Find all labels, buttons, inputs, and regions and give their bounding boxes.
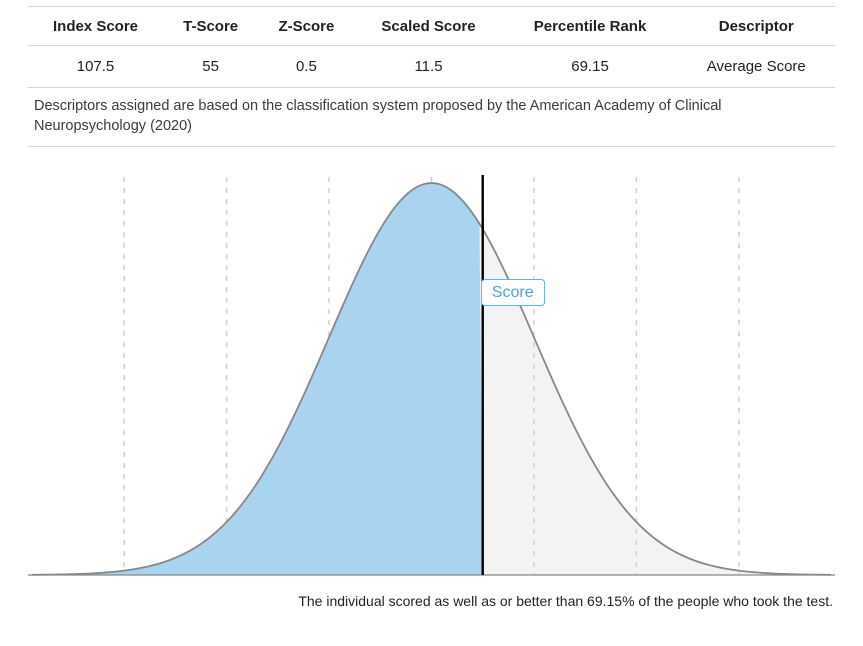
table-row: 107.5 55 0.5 11.5 69.15 Average Score [28,46,835,88]
cell-descriptor: Average Score [678,46,835,88]
table-header-row: Index Score T-Score Z-Score Scaled Score… [28,7,835,46]
cell-index-score: 107.5 [28,46,163,88]
interpretation-text: The individual scored as well as or bett… [28,593,835,609]
table-footnote: Descriptors assigned are based on the cl… [28,88,835,147]
cell-z-score: 0.5 [258,46,354,88]
th-percentile-rank: Percentile Rank [503,7,678,46]
th-scaled-score: Scaled Score [355,7,503,46]
score-marker-label: Score [481,279,545,306]
bell-curve-chart: Score [28,169,835,587]
cell-scaled-score: 11.5 [355,46,503,88]
cell-t-score: 55 [163,46,258,88]
table-footnote-row: Descriptors assigned are based on the cl… [28,88,835,147]
bell-curve-svg [28,169,835,587]
score-table: Index Score T-Score Z-Score Scaled Score… [28,6,835,147]
cell-percentile-rank: 69.15 [503,46,678,88]
shaded-percentile-area [32,183,483,575]
th-index-score: Index Score [28,7,163,46]
th-descriptor: Descriptor [678,7,835,46]
th-t-score: T-Score [163,7,258,46]
th-z-score: Z-Score [258,7,354,46]
